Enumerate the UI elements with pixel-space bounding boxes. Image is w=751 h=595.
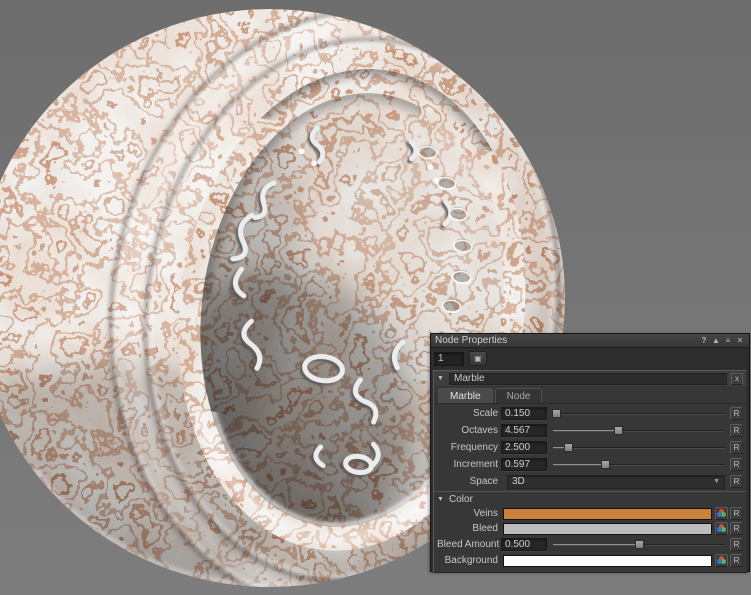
param-label: Bleed	[437, 523, 501, 534]
color-picker-button[interactable]	[715, 522, 728, 535]
application-window: Node Properties ? ▲ ≡ ✕ ▣ ▼ Marble x Mar…	[0, 0, 751, 595]
collapse-icon[interactable]: ▼	[437, 375, 445, 382]
scale-value-field[interactable]	[501, 407, 547, 420]
slider-fill	[553, 544, 639, 545]
param-label: Veins	[437, 508, 501, 519]
param-label: Background	[437, 555, 501, 566]
marble-group: ▼ Marble x Marble Node Scale R	[433, 370, 747, 573]
reset-button[interactable]: R	[730, 424, 743, 437]
menu-icon[interactable]: ≡	[723, 336, 733, 346]
param-row-space: Space 3D ▼ R	[437, 474, 743, 489]
panel-titlebar[interactable]: Node Properties ? ▲ ≡ ✕	[431, 334, 749, 348]
slider-track	[553, 413, 725, 414]
param-label: Octaves	[437, 425, 501, 436]
param-label: Bleed Amount	[437, 539, 501, 550]
veins-color-swatch[interactable]	[503, 508, 712, 520]
node-index-field[interactable]	[434, 352, 464, 366]
color-section-header[interactable]: ▼ Color	[434, 491, 746, 505]
scale-slider[interactable]	[553, 406, 725, 421]
color-row-bleed: Bleed R	[437, 522, 743, 535]
param-row-increment: Increment R	[437, 457, 743, 472]
group-close-button[interactable]: x	[731, 373, 743, 385]
group-title: Marble	[449, 373, 727, 385]
slider-handle[interactable]	[552, 409, 561, 418]
reset-button[interactable]: R	[730, 458, 743, 471]
reset-button[interactable]: R	[730, 407, 743, 420]
node-properties-panel: Node Properties ? ▲ ≡ ✕ ▣ ▼ Marble x Mar…	[430, 333, 750, 572]
param-row-octaves: Octaves R	[437, 423, 743, 438]
titlebar-icons: ? ▲ ≡ ✕	[699, 336, 745, 346]
panel-title: Node Properties	[435, 334, 699, 347]
param-row-bleed-amount: Bleed Amount R	[437, 537, 743, 552]
slider-fill	[553, 464, 605, 465]
slider-handle[interactable]	[601, 460, 610, 469]
background-color-swatch[interactable]	[503, 555, 712, 567]
increment-value-field[interactable]	[501, 458, 547, 471]
color-picker-button[interactable]	[715, 507, 728, 520]
octaves-value-field[interactable]	[501, 424, 547, 437]
frequency-value-field[interactable]	[501, 441, 547, 454]
space-dropdown[interactable]: 3D ▼	[507, 475, 725, 489]
reset-button[interactable]: R	[730, 441, 743, 454]
slider-track	[553, 447, 725, 448]
bleed-amount-slider[interactable]	[553, 537, 725, 552]
help-icon[interactable]: ?	[699, 336, 709, 346]
reset-button[interactable]: R	[730, 538, 743, 551]
space-value: 3D	[512, 476, 713, 487]
param-label: Frequency	[437, 442, 501, 453]
param-row-frequency: Frequency R	[437, 440, 743, 455]
section-title: Color	[449, 494, 473, 505]
close-icon[interactable]: ✕	[735, 336, 745, 346]
reset-button[interactable]: R	[730, 522, 743, 535]
node-picker-button[interactable]: ▣	[469, 351, 487, 366]
param-label: Space	[437, 476, 501, 487]
tab-marble[interactable]: Marble	[438, 388, 493, 403]
slider-handle[interactable]	[614, 426, 623, 435]
rollup-icon[interactable]: ▲	[711, 336, 721, 346]
tab-bar: Marble Node	[434, 386, 746, 404]
color-picker-button[interactable]	[715, 554, 728, 567]
slider-handle[interactable]	[635, 540, 644, 549]
chevron-down-icon: ▼	[713, 478, 720, 485]
panel-toolbar: ▣	[431, 348, 749, 369]
param-label: Increment	[437, 459, 501, 470]
octaves-slider[interactable]	[553, 423, 725, 438]
slider-handle[interactable]	[564, 443, 573, 452]
bleed-color-swatch[interactable]	[503, 523, 712, 535]
tab-node[interactable]: Node	[495, 388, 543, 403]
reset-button[interactable]: R	[730, 475, 743, 488]
increment-slider[interactable]	[553, 457, 725, 472]
node-picker-icon: ▣	[474, 354, 482, 363]
slider-fill	[553, 430, 618, 431]
reset-button[interactable]: R	[730, 507, 743, 520]
param-label: Scale	[437, 408, 501, 419]
marble-group-header[interactable]: ▼ Marble x	[434, 371, 746, 386]
param-row-scale: Scale R	[437, 406, 743, 421]
collapse-icon[interactable]: ▼	[437, 496, 445, 503]
bleed-amount-field[interactable]	[501, 538, 547, 551]
color-row-veins: Veins R	[437, 507, 743, 520]
frequency-slider[interactable]	[553, 440, 725, 455]
color-row-background: Background R	[437, 554, 743, 567]
reset-button[interactable]: R	[730, 554, 743, 567]
